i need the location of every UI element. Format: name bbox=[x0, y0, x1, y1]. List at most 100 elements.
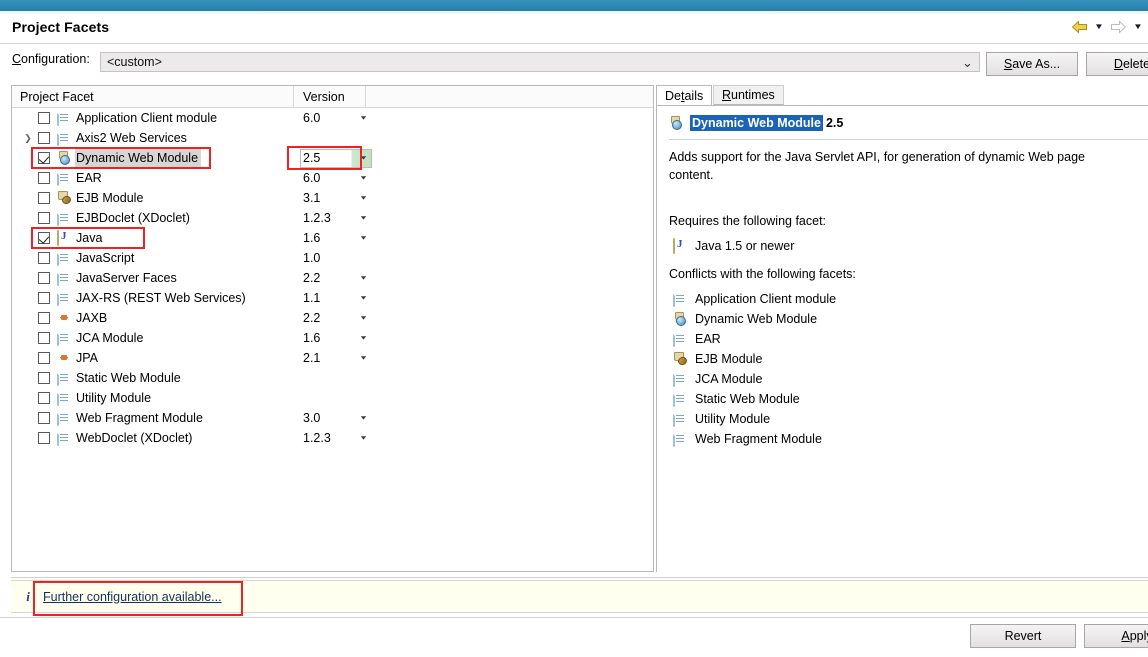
version-dropdown-chevron-down-icon[interactable] bbox=[356, 268, 370, 288]
list-item: Utility Module bbox=[673, 409, 836, 429]
facet-name: JAXB bbox=[76, 311, 108, 325]
facet-checkbox[interactable] bbox=[38, 212, 50, 224]
table-row[interactable]: Axis2 Web Services bbox=[12, 128, 653, 148]
list-item: EAR bbox=[673, 329, 836, 349]
back-arrow-icon[interactable] bbox=[1068, 17, 1090, 37]
facet-checkbox[interactable] bbox=[38, 132, 50, 144]
facet-version: 2.1 bbox=[303, 351, 321, 365]
save-as-button[interactable]: Save As... bbox=[986, 52, 1078, 76]
table-row[interactable]: EAR 6.0 bbox=[12, 168, 653, 188]
doc-icon bbox=[57, 210, 59, 226]
facet-checkbox[interactable] bbox=[38, 292, 50, 304]
details-body: Dynamic Web Module 2.5 Adds support for … bbox=[656, 105, 1148, 572]
version-dropdown-chevron-down-icon[interactable] bbox=[356, 148, 370, 168]
list-item: EJB Module bbox=[673, 349, 836, 369]
table-row[interactable]: Static Web Module bbox=[12, 368, 653, 388]
doc-icon bbox=[673, 291, 675, 307]
apply-button[interactable]: Apply bbox=[1084, 624, 1148, 648]
table-row[interactable]: JAX-RS (REST Web Services) 1.1 bbox=[12, 288, 653, 308]
version-dropdown-chevron-down-icon[interactable] bbox=[356, 108, 370, 128]
facet-checkbox[interactable] bbox=[38, 112, 50, 124]
details-facet-version: 2.5 bbox=[825, 116, 844, 130]
back-dropdown-chevron-down-icon[interactable] bbox=[1092, 17, 1105, 37]
facet-checkbox[interactable] bbox=[38, 192, 50, 204]
list-item: Static Web Module bbox=[673, 389, 836, 409]
facet-checkbox[interactable] bbox=[38, 272, 50, 284]
further-configuration-link[interactable]: Further configuration available... bbox=[43, 590, 222, 604]
version-dropdown-chevron-down-icon[interactable] bbox=[356, 208, 370, 228]
page-title: Project Facets bbox=[12, 19, 110, 35]
version-dropdown-chevron-down-icon[interactable] bbox=[356, 168, 370, 188]
doc-icon bbox=[57, 430, 59, 446]
version-dropdown-chevron-down-icon[interactable] bbox=[356, 188, 370, 208]
facet-name: JPA bbox=[76, 351, 98, 365]
facet-checkbox[interactable] bbox=[38, 432, 50, 444]
facet-version: 6.0 bbox=[303, 171, 321, 185]
table-row[interactable]: JavaScript 1.0 bbox=[12, 248, 653, 268]
list-item: Java 1.5 or newer bbox=[673, 236, 794, 256]
table-row[interactable]: Utility Module bbox=[12, 388, 653, 408]
version-dropdown-chevron-down-icon[interactable] bbox=[356, 348, 370, 368]
facet-name: Java bbox=[76, 231, 103, 245]
list-item-label: Utility Module bbox=[695, 412, 771, 426]
column-header-version[interactable]: Version bbox=[294, 86, 366, 108]
list-item-label: Java 1.5 or newer bbox=[695, 239, 795, 253]
facet-checkbox[interactable] bbox=[38, 152, 50, 164]
table-row[interactable]: Java 1.6 bbox=[12, 228, 653, 248]
facet-checkbox[interactable] bbox=[38, 252, 50, 264]
info-bar: i Further configuration available... bbox=[11, 580, 1148, 613]
version-dropdown-chevron-down-icon[interactable] bbox=[356, 308, 370, 328]
version-dropdown-chevron-down-icon[interactable] bbox=[356, 428, 370, 448]
table-row[interactable]: EJB Module 3.1 bbox=[12, 188, 653, 208]
doc-icon bbox=[57, 290, 59, 306]
details-facet-title: Dynamic Web Module 2.5 bbox=[657, 111, 1148, 135]
configuration-label: Configuration: bbox=[12, 52, 90, 66]
configuration-select[interactable]: <custom> bbox=[100, 52, 980, 72]
column-header-spacer bbox=[366, 86, 653, 108]
table-row[interactable]: JavaServer Faces 2.2 bbox=[12, 268, 653, 288]
footer-divider bbox=[0, 617, 1148, 618]
list-item: JCA Module bbox=[673, 369, 836, 389]
doc-icon bbox=[57, 370, 59, 386]
table-row[interactable]: EJBDoclet (XDoclet) 1.2.3 bbox=[12, 208, 653, 228]
facet-checkbox[interactable] bbox=[38, 172, 50, 184]
facet-name: JCA Module bbox=[76, 331, 144, 345]
delete-button[interactable]: Delete bbox=[1086, 52, 1148, 76]
revert-button[interactable]: Revert bbox=[970, 624, 1076, 648]
configuration-value: <custom> bbox=[107, 55, 162, 69]
conflicts-list: Application Client module Dynamic Web Mod… bbox=[673, 289, 836, 449]
facet-name: Static Web Module bbox=[76, 371, 181, 385]
version-dropdown-chevron-down-icon[interactable] bbox=[356, 328, 370, 348]
info-icon: i bbox=[26, 588, 30, 604]
facet-checkbox[interactable] bbox=[38, 312, 50, 324]
java-icon bbox=[673, 238, 675, 254]
tab-details[interactable]: Details bbox=[656, 85, 713, 105]
table-row[interactable]: WebDoclet (XDoclet) 1.2.3 bbox=[12, 428, 653, 448]
facet-checkbox[interactable] bbox=[38, 332, 50, 344]
table-row[interactable]: Web Fragment Module 3.0 bbox=[12, 408, 653, 428]
doc-icon bbox=[57, 410, 59, 426]
version-dropdown-chevron-down-icon[interactable] bbox=[356, 228, 370, 248]
version-dropdown-chevron-down-icon[interactable] bbox=[356, 288, 370, 308]
table-row[interactable]: Dynamic Web Module 2.5 bbox=[12, 148, 653, 168]
facet-checkbox[interactable] bbox=[38, 392, 50, 404]
facet-checkbox[interactable] bbox=[38, 372, 50, 384]
column-header-project-facet[interactable]: Project Facet bbox=[12, 86, 294, 108]
facet-checkbox[interactable] bbox=[38, 232, 50, 244]
facet-name: Web Fragment Module bbox=[76, 411, 203, 425]
table-row[interactable]: JAXB 2.2 bbox=[12, 308, 653, 328]
table-row[interactable]: Application Client module 6.0 bbox=[12, 108, 653, 128]
version-dropdown-chevron-down-icon[interactable] bbox=[356, 408, 370, 428]
tab-runtimes[interactable]: Runtimes bbox=[713, 85, 784, 105]
doc-icon bbox=[57, 390, 59, 406]
table-row[interactable]: JPA 2.1 bbox=[12, 348, 653, 368]
facet-checkbox[interactable] bbox=[38, 352, 50, 364]
info-divider bbox=[11, 577, 1148, 578]
table-row[interactable]: JCA Module 1.6 bbox=[12, 328, 653, 348]
expand-chevron-right-icon[interactable] bbox=[22, 128, 34, 148]
facet-name: EAR bbox=[76, 171, 102, 185]
list-item-label: JCA Module bbox=[695, 372, 763, 386]
facet-checkbox[interactable] bbox=[38, 412, 50, 424]
forward-dropdown-chevron-down-icon[interactable] bbox=[1131, 17, 1144, 37]
window-titlebar bbox=[0, 0, 1148, 11]
